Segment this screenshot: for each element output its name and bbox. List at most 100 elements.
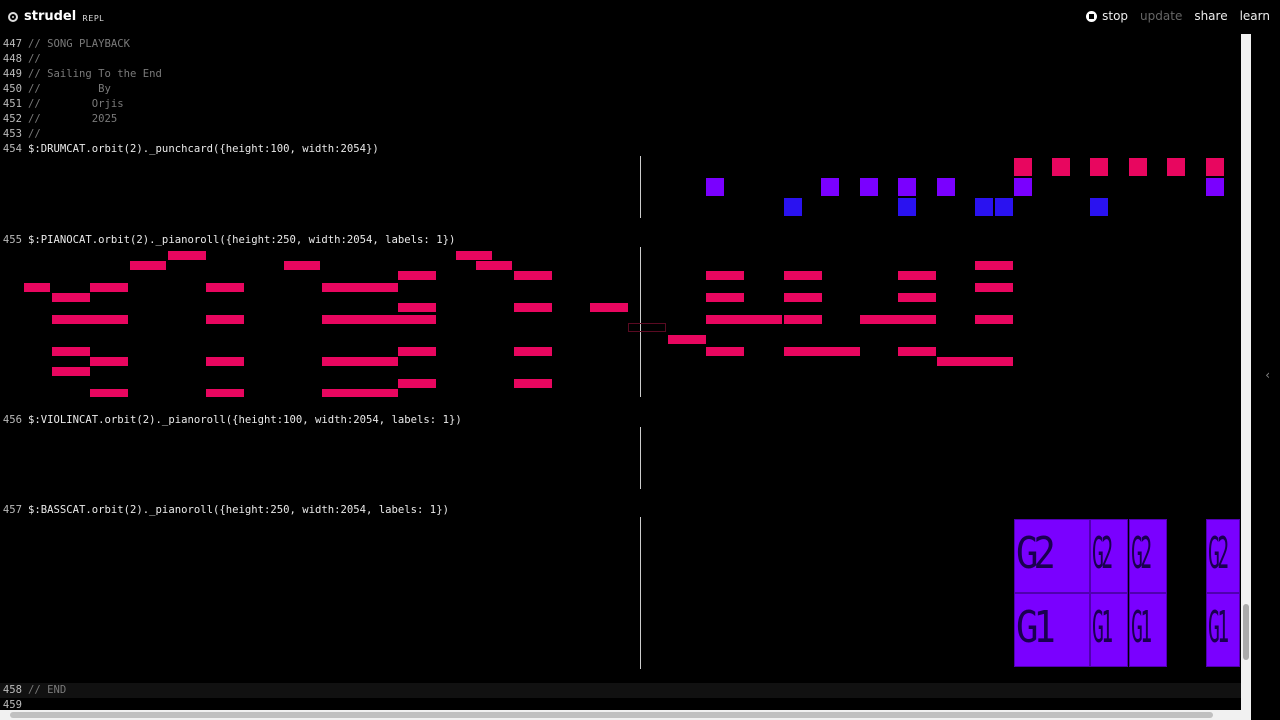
line-text: // By (28, 83, 111, 95)
line-number: 452 (2, 113, 22, 125)
piano-note (514, 303, 552, 312)
toolbar: stop update share learn (1086, 9, 1270, 23)
piano-note (52, 293, 90, 302)
piano-note (322, 357, 398, 366)
scroll-thumb[interactable] (10, 712, 1213, 718)
piano-note (476, 261, 512, 270)
bass-note: G1 (1090, 593, 1128, 667)
line-text: $:PIANOCAT.orbit(2)._pianoroll({height:2… (28, 234, 456, 246)
bass-note: G2 (1129, 519, 1167, 593)
piano-note (668, 335, 706, 344)
playhead (640, 517, 641, 669)
line-text: $:BASSCAT.orbit(2)._pianoroll({height:25… (28, 504, 449, 516)
piano-note (322, 315, 398, 324)
bass-note: G2 (1090, 519, 1128, 593)
scroll-thumb[interactable] (1243, 604, 1249, 660)
stop-icon (1086, 10, 1098, 22)
app-name: strudel (24, 9, 77, 24)
piano-note (784, 347, 860, 356)
code-editor[interactable]: 447 // SONG PLAYBACK 448 // 449 // Sailing … (0, 34, 1241, 710)
bass-note-label: G1 (1131, 602, 1152, 653)
bass-pianoroll: G2 G1 G2 G1 G2 G1 G2 G1 (24, 517, 1241, 669)
line-number: 455 (2, 234, 22, 246)
line-number: 459 (2, 699, 22, 710)
piano-note (898, 347, 936, 356)
drum-hit (975, 198, 993, 216)
piano-note (322, 283, 398, 292)
piano-note (590, 303, 628, 312)
drum-hit (1206, 178, 1224, 196)
bass-note: G1 (1206, 593, 1240, 667)
piano-note (398, 315, 436, 324)
strudel-logo-icon (8, 11, 18, 22)
brand[interactable]: strudel REPL (8, 9, 104, 24)
line-number: 457 (2, 504, 22, 516)
piano-note (398, 303, 436, 312)
top-bar: strudel REPL stop update share learn (0, 0, 1280, 34)
drum-hit (1014, 178, 1032, 196)
piano-note (784, 271, 822, 280)
line-text: // END (28, 684, 67, 696)
piano-note (628, 323, 666, 332)
piano-note (456, 251, 492, 260)
drum-hit (898, 198, 916, 216)
vertical-scrollbar[interactable] (1241, 34, 1251, 710)
piano-note (284, 261, 320, 270)
bass-note-label: G1 (1208, 602, 1229, 653)
line-text: // SONG PLAYBACK (28, 38, 131, 50)
piano-note (398, 347, 436, 356)
line-number: 453 (2, 128, 22, 140)
line-number: 449 (2, 68, 22, 80)
piano-note (52, 315, 128, 324)
piano-note (937, 357, 1013, 366)
line-text: // (28, 53, 41, 65)
drum-hit (1129, 158, 1147, 176)
piano-note (706, 293, 744, 302)
piano-note (514, 379, 552, 388)
stop-button[interactable]: stop (1086, 9, 1128, 23)
drum-punchcard (24, 156, 1241, 218)
piano-note (975, 261, 1013, 270)
line-number: 447 (2, 38, 22, 50)
drum-hit (706, 178, 724, 196)
piano-note (130, 261, 166, 270)
app-subtitle: REPL (82, 13, 105, 23)
piano-note (398, 379, 436, 388)
learn-button[interactable]: learn (1240, 9, 1270, 23)
code-line-end[interactable]: 458 // END (0, 683, 1241, 698)
drum-hit (995, 198, 1013, 216)
drum-hit (898, 178, 916, 196)
bass-note: G1 (1129, 593, 1167, 667)
piano-note (975, 283, 1013, 292)
piano-note (898, 271, 936, 280)
stop-label: stop (1102, 9, 1129, 23)
line-number: 451 (2, 98, 22, 110)
piano-note (206, 357, 244, 366)
piano-note (322, 389, 398, 397)
piano-note (975, 315, 1013, 324)
line-text: // 2025 (28, 113, 118, 125)
piano-note (24, 283, 50, 292)
drum-hit (937, 178, 955, 196)
bass-note-label: G2 (1016, 528, 1056, 579)
playhead (640, 156, 641, 218)
piano-note (784, 315, 822, 324)
piano-note (90, 389, 128, 397)
piano-note (52, 367, 90, 376)
update-button[interactable]: update (1140, 9, 1182, 23)
piano-pianoroll (24, 247, 1241, 397)
drum-hit (1167, 158, 1185, 176)
drum-hit (1090, 158, 1108, 176)
line-number: 456 (2, 414, 22, 426)
piano-note (168, 251, 206, 260)
share-button[interactable]: share (1194, 9, 1227, 23)
line-number: 450 (2, 83, 22, 95)
piano-note (52, 347, 90, 356)
drum-hit (1090, 198, 1108, 216)
line-text: $:VIOLINCAT.orbit(2)._pianoroll({height:… (28, 414, 462, 426)
horizontal-scrollbar[interactable] (0, 710, 1251, 720)
bass-note-label: G2 (1208, 528, 1229, 579)
playhead (640, 247, 641, 397)
playhead (640, 427, 641, 489)
collapse-panel-button[interactable]: ‹ (1265, 368, 1270, 382)
